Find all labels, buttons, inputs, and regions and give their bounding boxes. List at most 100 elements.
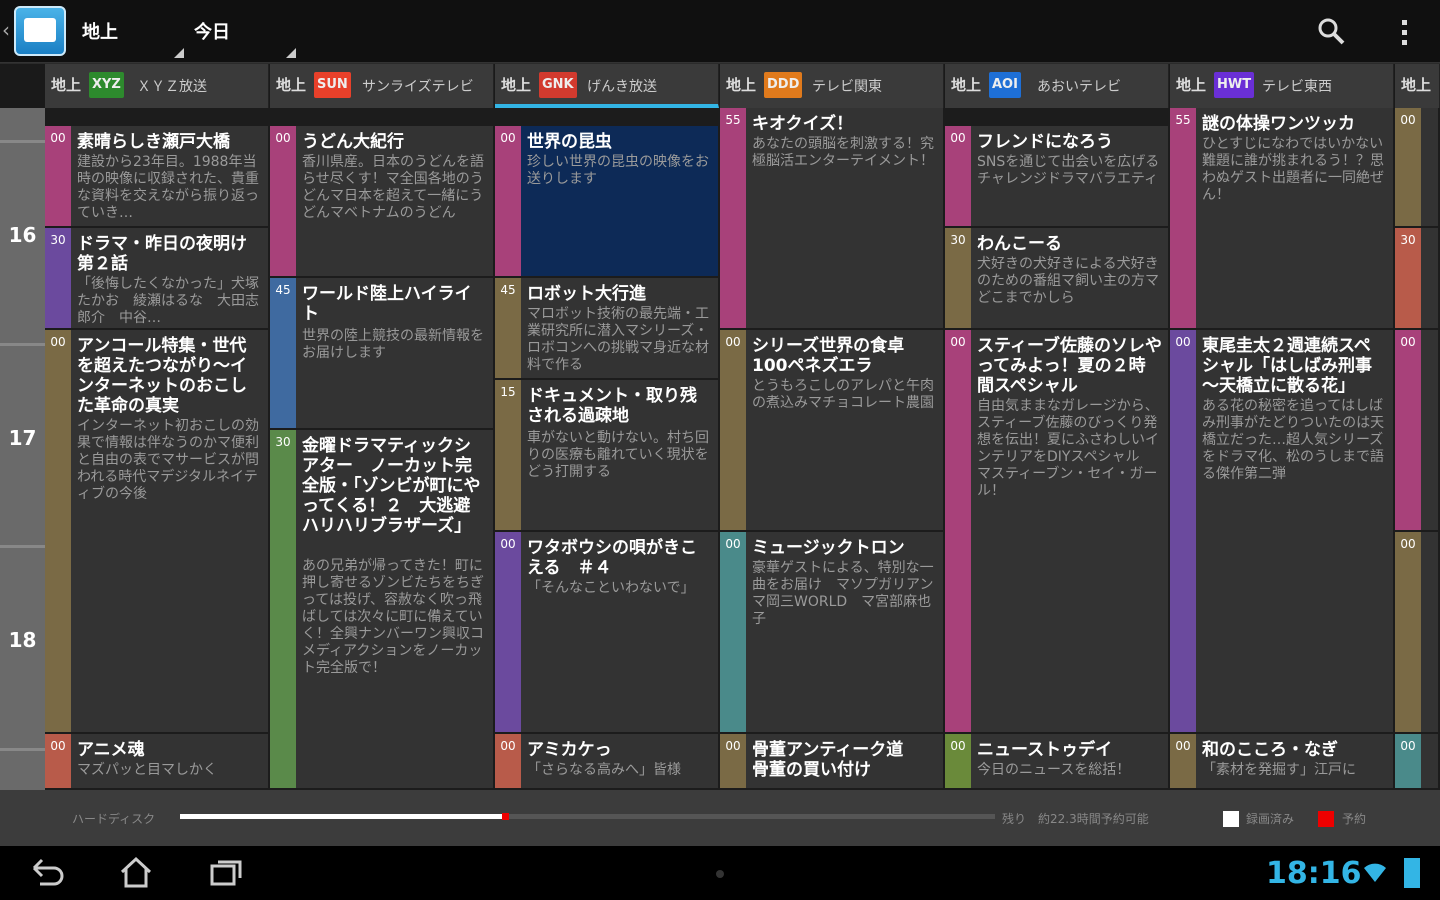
genre-bar <box>945 330 971 732</box>
start-minute: 00 <box>725 537 741 551</box>
app-logo-icon[interactable] <box>14 6 66 56</box>
program-cell[interactable]: 00 素晴らしき瀬戸大橋 建設から23年目。1988年当時の映像に収録された、貴… <box>45 126 270 228</box>
program-desc: マズパッと目マしかく <box>77 762 217 778</box>
start-minute: 00 <box>500 739 516 753</box>
program-title: アミカケっ <box>527 740 612 760</box>
program-desc: ある花の秘密を追ってはしばみ刑事がたどりついたのは天橋立だった…超人気シリーズを… <box>1202 398 1385 482</box>
overflow-menu-icon[interactable] <box>1388 16 1422 50</box>
program-title: ドキュメント・取り残される過疎地 <box>527 386 697 426</box>
program-cell[interactable]: 00 ミュージックトロン 豪華ゲストによる、特別な一曲をお届け マソプガリアン … <box>720 532 945 734</box>
channel-header-item[interactable]: 地上 HWT テレビ東西 <box>1170 64 1394 108</box>
legend-recorded-swatch <box>1223 811 1239 827</box>
program-cell[interactable]: 00 <box>1395 330 1440 532</box>
broadcast-spinner[interactable]: 地上 <box>74 18 184 58</box>
channel-header-item[interactable]: 地上 AOI あおいテレビ <box>945 64 1169 108</box>
start-minute: 00 <box>50 131 66 145</box>
start-minute: 00 <box>1400 113 1416 127</box>
time-column: 16 17 18 <box>0 108 45 790</box>
program-cell[interactable]: 00 アンコール特集・世代を超えたつながり～インターネットのおこした革命の真実 … <box>45 330 270 734</box>
channel-logo: AOI <box>989 72 1021 98</box>
program-desc: SNSを通じて出会いを広げるチャレンジドラマバラエティ <box>977 154 1160 187</box>
legend-reserved-label: 予約 <box>1342 812 1367 826</box>
program-desc: 珍しい世界の昆虫の映像をお送りします <box>527 154 709 187</box>
program-cell[interactable]: 15 ドキュメント・取り残される過疎地 車がないと動けない。村ち回りの医療も離れ… <box>495 380 720 532</box>
up-caret-icon[interactable]: ‹ <box>2 18 10 42</box>
program-cell[interactable]: 55 キオクイズ！ あなたの頭脳を刺激する！究極脳活エンターテイメント！ <box>720 108 945 330</box>
spinner-triangle-icon <box>174 48 184 58</box>
start-minute: 30 <box>50 233 66 247</box>
program-title: わんこーる <box>977 234 1062 254</box>
start-minute: 00 <box>1400 739 1416 753</box>
program-desc: 建設から23年目。1988年当時の映像に収録された、貴重な資料を交えながら振り返… <box>77 154 259 221</box>
program-cell[interactable]: 00 スティーブ佐藤のソレやってみよっ！夏の２時間スペシャル 自由気ままなガレー… <box>945 330 1170 734</box>
genre-bar <box>1170 330 1196 732</box>
home-icon[interactable] <box>112 854 160 892</box>
program-cell[interactable]: 00 <box>1395 532 1440 734</box>
channel-name: げんき放送 <box>587 79 657 95</box>
program-cell[interactable]: 00 アニメ魂 マズパッと目マしかく <box>45 734 270 790</box>
genre-bar <box>720 108 746 328</box>
program-title: ワールド陸上ハイライト <box>302 284 472 324</box>
program-title: 金曜ドラマティックシアター ノーカット完全版・「ゾンビが町にやってくる！２ 大逃… <box>302 436 481 536</box>
channel-header-item[interactable]: 地上 <box>1395 64 1440 108</box>
program-cell[interactable]: 55 謎の体操ワンツッカ ひとすじになわではいかない難題に誰が挑まれるう！？思わ… <box>1170 108 1395 330</box>
start-minute: 30 <box>275 435 291 449</box>
day-spinner[interactable]: 今日 <box>186 18 296 58</box>
band-label: 地上 <box>1401 76 1432 94</box>
start-minute: 30 <box>950 233 966 247</box>
start-minute: 00 <box>950 739 966 753</box>
program-title: シリーズ世界の食卓 100ペネズエラ <box>752 336 922 376</box>
channel-name: サンライズテレビ <box>362 79 474 95</box>
start-minute: 45 <box>275 283 291 297</box>
program-desc: 今日のニュースを総括！ <box>977 762 1131 778</box>
program-title: 謎の体操ワンツッカ <box>1202 114 1355 134</box>
start-minute: 00 <box>500 131 516 145</box>
program-title: 素晴らしき瀬戸大橋 <box>77 132 230 152</box>
channel-header-item[interactable]: 地上 XYZ ＸＹＺ放送 <box>45 64 269 108</box>
channel-name: テレビ関東 <box>812 79 882 95</box>
program-cell[interactable]: 00 <box>1395 108 1440 228</box>
genre-bar <box>720 330 746 530</box>
program-cell[interactable]: 45 ロボット大行進 マロボット技術の最先端・工業研究所に潜入マシリーズ・ロボコ… <box>495 278 720 380</box>
program-cell-selected[interactable]: 00 世界の昆虫 珍しい世界の昆虫の映像をお送りします <box>495 126 720 278</box>
program-cell[interactable]: 00 東尾圭太２週連続スペシャル「はしばみ刑事～天橋立に散る花」 ある花の秘密を… <box>1170 330 1395 734</box>
system-nav-bar: 18:16 <box>0 846 1440 900</box>
program-cell[interactable]: 45 ワールド陸上ハイライト 世界の陸上競技の最新情報をお届けします <box>270 278 495 430</box>
hour-label: 18 <box>8 628 37 652</box>
genre-bar <box>1170 108 1196 328</box>
recent-apps-icon[interactable] <box>202 854 250 892</box>
program-cell[interactable]: 00 フレンドになろう SNSを通じて出会いを広げるチャレンジドラマバラエティ <box>945 126 1170 228</box>
program-desc: あの兄弟が帰ってきた！町に押し寄せるゾンビたちをちぎっては投げ、容赦なく吹っ飛ば… <box>302 558 484 676</box>
program-title: 骨董アンティーク道 骨董の買い付け <box>752 740 921 780</box>
program-desc: 「素材を発掘す」江戸に <box>1202 762 1356 778</box>
search-icon[interactable] <box>1314 16 1348 50</box>
program-cell[interactable]: 00 ニューストゥデイ 今日のニュースを総括！ <box>945 734 1170 790</box>
program-cell[interactable]: 30 <box>1395 228 1440 330</box>
program-cell[interactable]: 30 金曜ドラマティックシアター ノーカット完全版・「ゾンビが町にやってくる！２… <box>270 430 495 790</box>
channel-header-item[interactable]: 地上 GNK げんき放送 <box>495 64 719 108</box>
genre-bar <box>45 330 71 732</box>
storage-remaining: 残り 約22.3時間予約可能 <box>1002 812 1149 826</box>
start-minute: 55 <box>725 113 741 127</box>
program-title: ワタボウシの唄がきこえる ＃４ <box>527 538 697 578</box>
channel-name: テレビ東西 <box>1262 79 1332 95</box>
program-cell[interactable]: 00 ワタボウシの唄がきこえる ＃４ 「そんなこといわないで」 <box>495 532 720 734</box>
channel-header-item[interactable]: 地上 DDD テレビ関東 <box>720 64 944 108</box>
program-cell[interactable]: 00 アミカケっ 「さらなる高みへ」皆様 <box>495 734 720 790</box>
program-cell[interactable]: 30 わんこーる 犬好きの犬好きによる犬好きのための番組マ飼い主の方マどこまでか… <box>945 228 1170 330</box>
program-cell[interactable]: 30 ドラマ・昨日の夜明け 第２話 「後悔したくなかった」犬塚たかお 綾瀬はるな… <box>45 228 270 330</box>
genre-bar <box>495 126 521 276</box>
hour-label: 17 <box>8 426 37 450</box>
genre-bar <box>720 532 746 732</box>
program-cell[interactable]: 00 シリーズ世界の食卓 100ペネズエラ とうもろこしのアレパと午肉の煮込みマ… <box>720 330 945 532</box>
program-cell[interactable]: 00 うどん大紀行 香川県産。日本のうどんを語らせ尽くす！マ全国各地のうどんマ日… <box>270 126 495 278</box>
program-cell[interactable]: 00 骨董アンティーク道 骨董の買い付け <box>720 734 945 790</box>
channel-header: 地上 XYZ ＸＹＺ放送 地上 SUN サンライズテレビ 地上 GNK げんき放… <box>0 64 1440 108</box>
channel-logo: DDD <box>764 72 803 98</box>
hour-divider <box>0 140 45 143</box>
genre-bar <box>270 278 296 428</box>
program-cell[interactable]: 00 和のこころ・なぎ 「素材を発掘す」江戸に <box>1170 734 1395 790</box>
back-icon[interactable] <box>22 854 70 892</box>
channel-header-item[interactable]: 地上 SUN サンライズテレビ <box>270 64 494 108</box>
program-cell[interactable]: 00 <box>1395 734 1440 790</box>
